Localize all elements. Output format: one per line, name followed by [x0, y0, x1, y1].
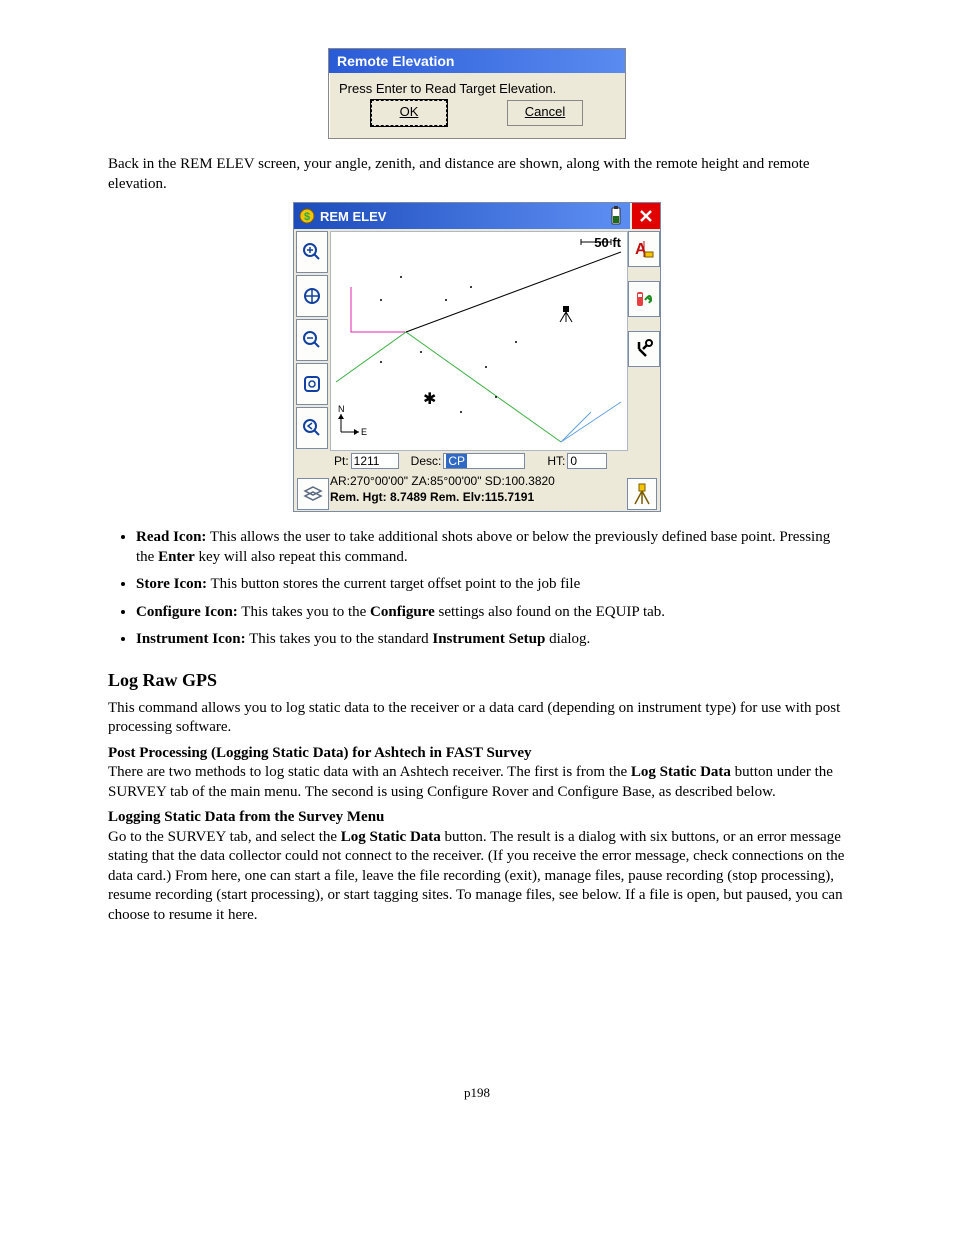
paragraph: Post Processing (Logging Static Data) fo…: [108, 744, 846, 803]
point-input-row: Pt: Desc: CP HT:: [330, 451, 626, 471]
desc-input[interactable]: CP: [446, 454, 467, 468]
ht-input[interactable]: [567, 453, 607, 469]
list-item: Store Icon: This button stores the curre…: [136, 575, 846, 595]
pt-input[interactable]: [351, 453, 399, 469]
dialog-prompt: Press Enter to Read Target Elevation.: [339, 81, 615, 96]
instrument-icon[interactable]: [627, 478, 657, 510]
read-icon[interactable]: A: [628, 231, 660, 267]
zoom-previous-icon[interactable]: [296, 407, 328, 449]
section-heading: Log Raw GPS: [108, 670, 846, 691]
list-item: Configure Icon: This takes you to the Co…: [136, 603, 846, 623]
close-button[interactable]: [632, 203, 660, 229]
icon-description-list: Read Icon: This allows the user to take …: [136, 528, 846, 650]
pt-label: Pt:: [334, 454, 349, 468]
battery-icon: [602, 203, 630, 229]
zoom-out-icon[interactable]: [296, 319, 328, 361]
remote-elevation-dialog: Remote Elevation Press Enter to Read Tar…: [328, 48, 626, 139]
status-line-1: AR:270°00'00" ZA:85°00'00" SD:100.3820: [330, 473, 626, 489]
paragraph: Logging Static Data from the Survey Menu…: [108, 808, 846, 925]
rem-elev-screen: $ REM ELEV: [293, 202, 661, 512]
map-scale: 50 ft: [594, 235, 621, 250]
svg-text:N: N: [338, 404, 345, 414]
desc-label: Desc:: [411, 454, 442, 468]
ok-button[interactable]: OK: [371, 100, 447, 126]
svg-text:$: $: [304, 211, 310, 223]
layers-icon[interactable]: [297, 478, 329, 510]
list-item: Instrument Icon: This takes you to the s…: [136, 630, 846, 650]
page-number: p198: [108, 1085, 846, 1101]
zoom-extents-icon[interactable]: [296, 275, 328, 317]
paragraph: Back in the REM ELEV screen, your angle,…: [108, 155, 846, 194]
zoom-window-icon[interactable]: [296, 363, 328, 405]
status-line-2: Rem. Hgt: 8.7489 Rem. Elv:115.7191: [330, 489, 626, 505]
zoom-in-icon[interactable]: [296, 231, 328, 273]
configure-icon[interactable]: [628, 331, 660, 367]
svg-text:E: E: [361, 427, 367, 437]
map-view[interactable]: ✱ N E: [330, 231, 628, 451]
ht-label: HT:: [547, 454, 565, 468]
right-toolbar: A: [628, 231, 658, 367]
store-icon[interactable]: [628, 281, 660, 317]
screen-title-bar: $ REM ELEV: [294, 203, 604, 229]
list-item: Read Icon: This allows the user to take …: [136, 528, 846, 567]
app-icon: $: [298, 207, 316, 225]
dialog-title: Remote Elevation: [329, 49, 625, 73]
status-lines: AR:270°00'00" ZA:85°00'00" SD:100.3820 R…: [330, 473, 626, 505]
cancel-button[interactable]: Cancel: [507, 100, 583, 126]
paragraph: This command allows you to log static da…: [108, 699, 846, 738]
left-toolbar: [296, 231, 328, 449]
svg-text:✱: ✱: [423, 391, 436, 408]
